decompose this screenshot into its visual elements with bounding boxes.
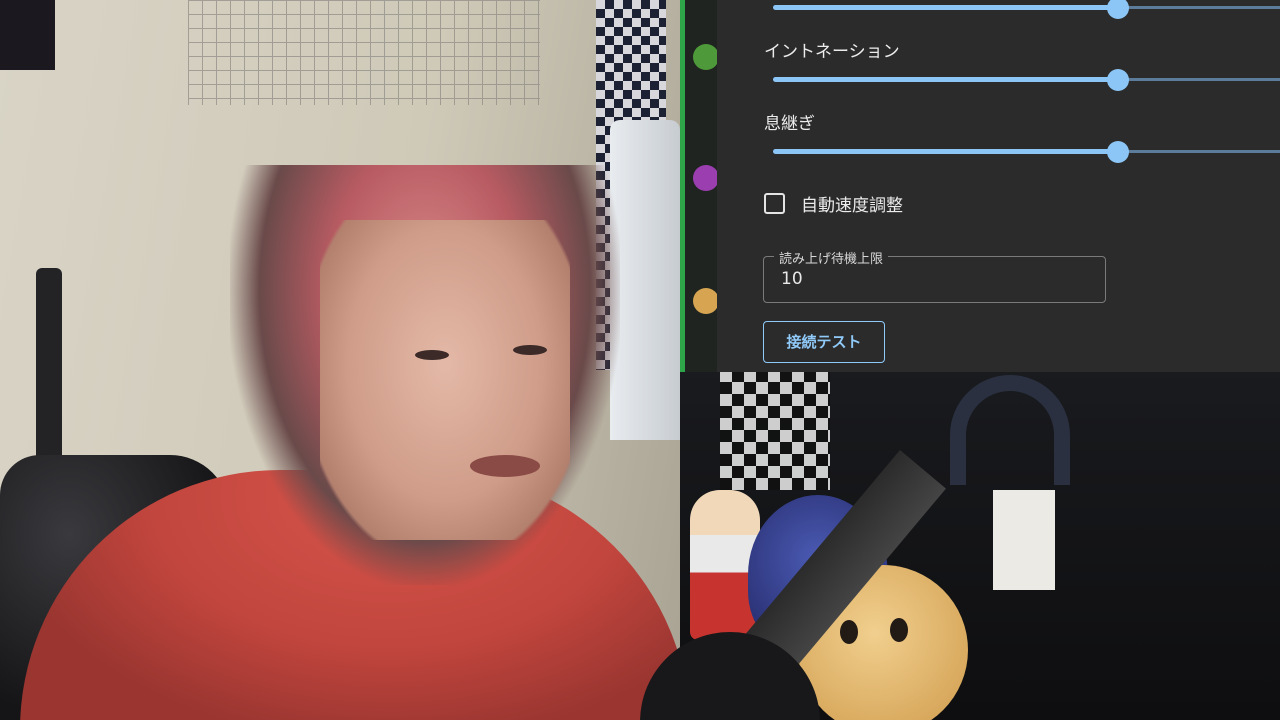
user-avatar[interactable] xyxy=(693,165,719,191)
wait-limit-legend: 読み上げ待機上限 xyxy=(774,248,889,267)
speed-slider[interactable] xyxy=(773,0,1280,19)
wire-grid-rack xyxy=(188,0,540,105)
breath-label: 息継ぎ xyxy=(764,114,815,134)
auto-speed-row[interactable]: 自動速度調整 xyxy=(764,190,903,216)
slider-track-empty xyxy=(1118,78,1280,81)
wall-poster xyxy=(0,0,55,70)
person-right-eye xyxy=(513,345,547,355)
person-face xyxy=(320,220,570,540)
slider-track-empty xyxy=(1118,6,1280,9)
checkered-flag xyxy=(720,370,830,490)
slider-thumb[interactable] xyxy=(1107,141,1129,163)
auto-speed-label: 自動速度調整 xyxy=(801,195,903,216)
auto-speed-checkbox[interactable] xyxy=(764,192,785,214)
tts-settings-panel: イントネーション 息継ぎ 自動速度調整 読み上げ待機上限 10 接続テスト xyxy=(717,0,1280,372)
wait-limit-value[interactable]: 10 xyxy=(781,269,803,289)
slider-track-filled xyxy=(773,77,1118,82)
slider-track-empty xyxy=(1118,150,1280,153)
intonation-label: イントネーション xyxy=(764,42,900,62)
slider-track-filled xyxy=(773,5,1118,10)
slider-thumb[interactable] xyxy=(1107,69,1129,91)
plush-eye xyxy=(890,618,908,642)
breath-slider[interactable] xyxy=(773,141,1280,163)
price-tag xyxy=(993,490,1055,590)
user-avatar[interactable] xyxy=(693,44,719,70)
slider-track-filled xyxy=(773,149,1118,154)
slider-thumb[interactable] xyxy=(1107,0,1129,19)
person-mouth xyxy=(470,455,540,477)
headphones xyxy=(950,375,1070,485)
intonation-slider[interactable] xyxy=(773,69,1280,91)
plush-eye xyxy=(840,620,858,644)
hanging-bag xyxy=(610,120,680,440)
wait-limit-field[interactable]: 読み上げ待機上限 10 xyxy=(763,248,1106,303)
person-left-eye xyxy=(415,350,449,360)
connect-test-button[interactable]: 接続テスト xyxy=(763,321,885,363)
user-avatar[interactable] xyxy=(693,288,719,314)
